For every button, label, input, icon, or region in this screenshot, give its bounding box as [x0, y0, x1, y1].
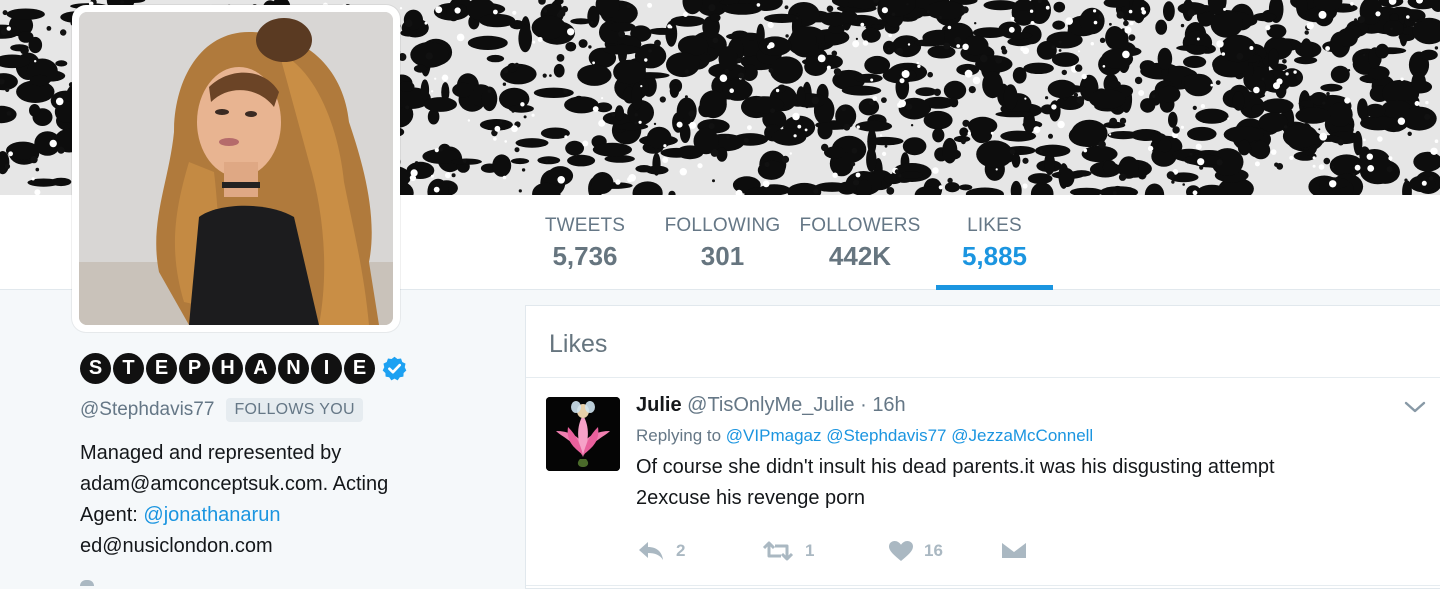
- timeline-header: Likes: [526, 306, 1440, 378]
- profile-stats: TWEETS 5,736 FOLLOWING 301 FOLLOWERS 442…: [525, 195, 1053, 290]
- stat-label: TWEETS: [544, 215, 626, 236]
- stat-value: 5,885: [961, 241, 1028, 271]
- reply-count: 2: [676, 541, 686, 560]
- tab-followers[interactable]: FOLLOWERS 442K: [790, 195, 930, 290]
- likes-timeline: Likes Julie @TisOnlyMe_Julie · 16h Reply…: [525, 305, 1440, 589]
- reply-icon: [639, 542, 663, 560]
- tab-following[interactable]: FOLLOWING 301: [655, 195, 790, 290]
- tab-likes[interactable]: LIKES 5,885: [936, 195, 1053, 290]
- tweet-text-line: Of course she didn't insult his dead par…: [636, 456, 1275, 478]
- name-letter: E: [146, 352, 177, 384]
- tweet-replying-to: Replying to @VIPmagaz @Stephdavis77 @Jez…: [636, 426, 1396, 446]
- tweet-author-handle[interactable]: @TisOnlyMe_Julie: [687, 394, 854, 416]
- stat-value: 5,736: [552, 241, 618, 271]
- profile-handle[interactable]: @Stephdavis77: [80, 399, 214, 421]
- profile-bio: Managed and represented by adam@amconcep…: [80, 438, 500, 562]
- location-icon: [80, 580, 94, 586]
- name-letter: N: [278, 352, 309, 384]
- name-letter: E: [344, 352, 375, 384]
- profile-avatar-frame[interactable]: [72, 5, 400, 332]
- heart-icon: [889, 541, 913, 561]
- reply-button[interactable]: 2: [636, 540, 761, 562]
- name-letter: I: [311, 352, 342, 384]
- verified-badge-icon: [382, 356, 407, 380]
- chevron-down-icon[interactable]: [1404, 400, 1426, 414]
- tweet-author-name[interactable]: Julie: [636, 394, 682, 416]
- bio-line: Managed and represented by: [80, 442, 342, 464]
- bio-email-link: adam@amconceptsuk.com. Acting: [80, 473, 389, 495]
- reply-mention-link[interactable]: @VIPmagaz: [726, 426, 822, 445]
- profile-info: STEPHANIE @Stephdavis77 FOLLOWS YOU Mana…: [80, 348, 500, 586]
- name-letter: T: [113, 352, 144, 384]
- stat-label: FOLLOWING: [664, 215, 781, 236]
- tweet-timestamp[interactable]: 16h: [872, 394, 905, 416]
- flower-avatar-image: [546, 397, 620, 471]
- name-letter: A: [245, 352, 276, 384]
- tweet-header: Julie @TisOnlyMe_Julie · 16h: [636, 394, 1396, 417]
- tweet-text-line: 2excuse his revenge porn: [636, 487, 866, 509]
- envelope-icon: [1001, 541, 1027, 558]
- profile-name[interactable]: STEPHANIE: [80, 352, 377, 384]
- bio-line: ed@nusiclondon.com: [80, 535, 273, 557]
- like-button[interactable]: 16: [888, 540, 1001, 562]
- bio-mention-link[interactable]: @jonathanarun: [143, 504, 280, 526]
- tweet-body: Julie @TisOnlyMe_Julie · 16h Replying to…: [636, 394, 1396, 514]
- profile-avatar: [79, 12, 393, 325]
- stat-value: 301: [700, 241, 745, 271]
- stat-label: FOLLOWERS: [799, 215, 921, 236]
- stat-label: LIKES: [967, 215, 1022, 236]
- tweet-author-avatar[interactable]: [546, 397, 620, 471]
- retweet-icon: [762, 541, 794, 561]
- tweet[interactable]: Julie @TisOnlyMe_Julie · 16h Replying to…: [526, 378, 1440, 586]
- tweet-separator: ·: [854, 394, 873, 416]
- stat-value: 442K: [828, 241, 892, 271]
- retweet-button[interactable]: 1: [761, 540, 888, 562]
- name-letter: P: [179, 352, 210, 384]
- profile-name-row: STEPHANIE: [80, 348, 500, 388]
- bio-line-prefix: Agent:: [80, 504, 144, 526]
- replying-to-label: Replying to: [636, 426, 722, 445]
- tweet-text: Of course she didn't insult his dead par…: [636, 452, 1396, 514]
- bio-line: Agent: @jonathanarun: [80, 500, 500, 531]
- active-tab-indicator: [936, 285, 1053, 290]
- retweet-count: 1: [805, 541, 815, 560]
- handle-row: @Stephdavis77 FOLLOWS YOU: [80, 398, 500, 422]
- follows-you-badge: FOLLOWS YOU: [226, 398, 363, 422]
- name-letter: H: [212, 352, 243, 384]
- tweet-actions: 2 1 16: [636, 540, 1027, 562]
- direct-message-button[interactable]: [1001, 540, 1027, 562]
- avatar-photo: [79, 12, 393, 325]
- name-letter: S: [80, 352, 111, 384]
- reply-mention-link[interactable]: @Stephdavis77: [826, 426, 946, 445]
- timeline-title: Likes: [549, 330, 608, 358]
- like-count: 16: [924, 541, 943, 560]
- tab-tweets[interactable]: TWEETS 5,736: [525, 195, 645, 290]
- reply-mention-link[interactable]: @JezzaMcConnell: [951, 426, 1093, 445]
